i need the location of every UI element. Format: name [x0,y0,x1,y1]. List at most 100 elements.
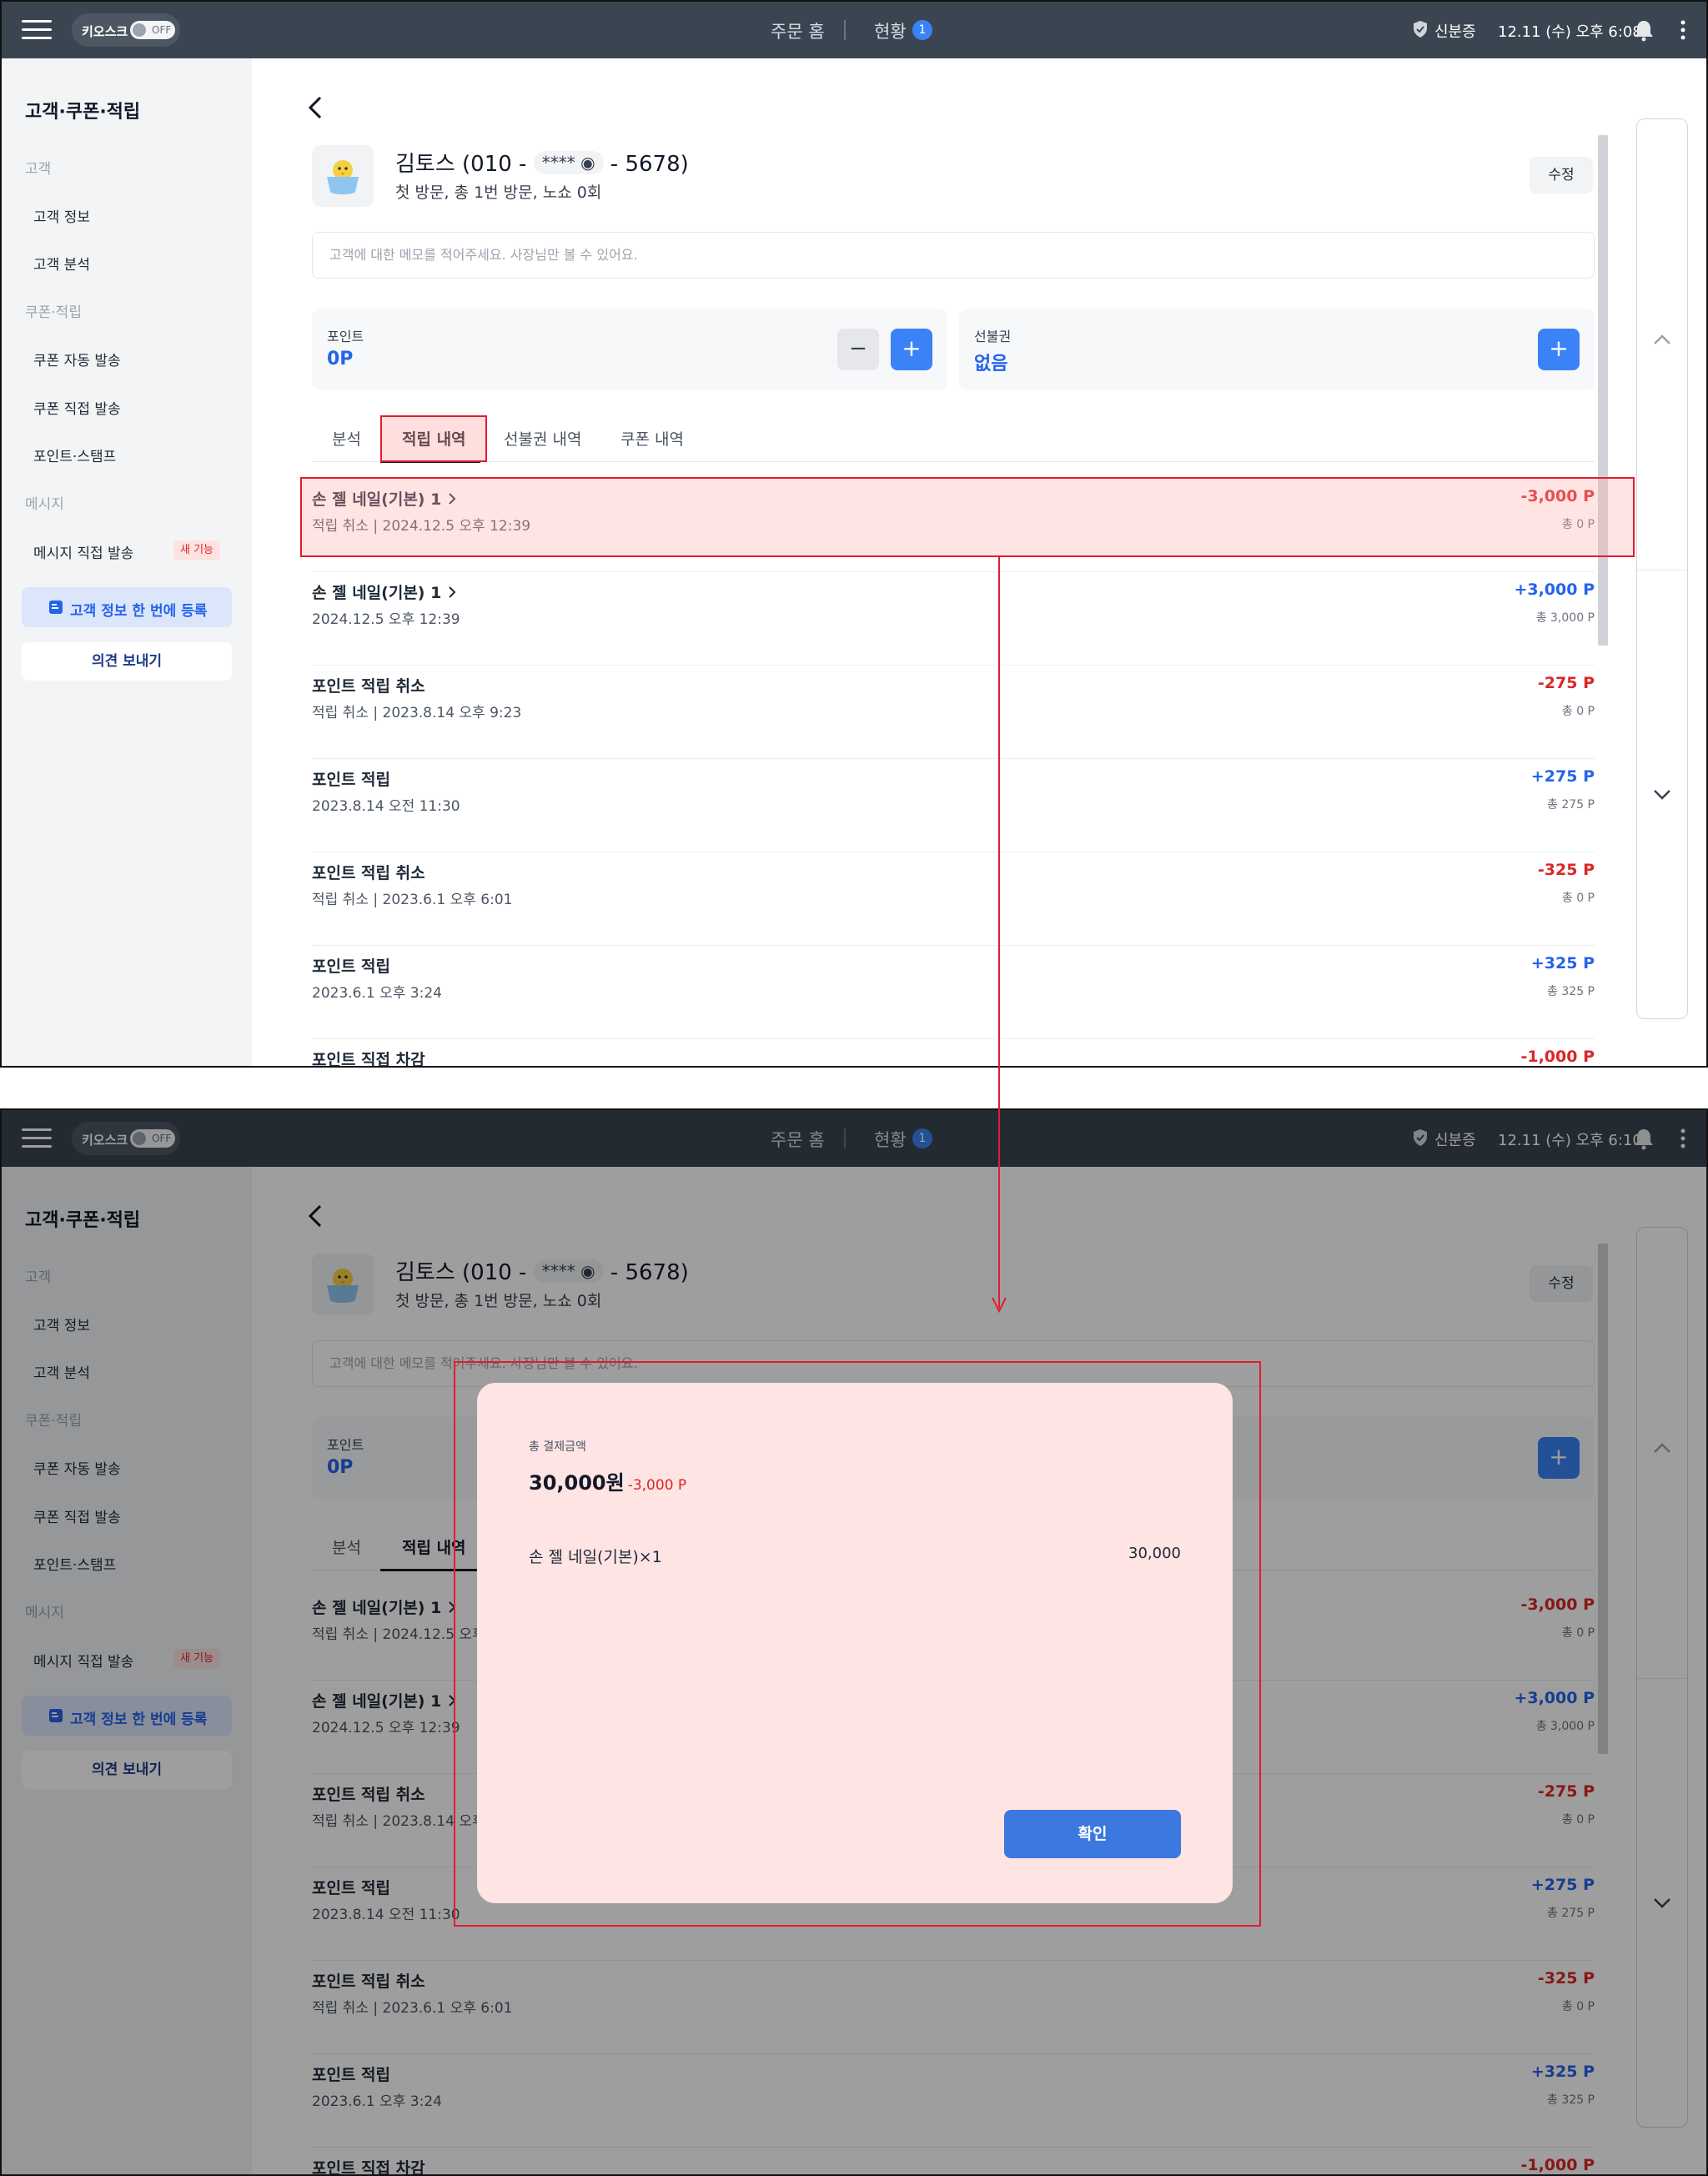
history-row-title: 포인트 적립 [312,954,390,977]
tab-prepaid-history[interactable]: 선불권 내역 [504,427,581,450]
nav-order-home[interactable]: 주문 홈 [771,18,829,43]
sidebar-section-message: 메시지 [25,496,64,513]
history-row-subtitle: 2023.6.1 오후 3:24 [312,985,442,1002]
bulk-register-label: 고객 정보 한 번에 등록 [70,603,208,620]
modal-item-name: 손 젤 네일(기본)×1 [529,1548,662,1566]
sidebar-section-customer: 고객 [25,161,52,178]
more-icon[interactable] [1676,18,1690,42]
history-row-title-text: 포인트 적립 [312,957,391,976]
register-icon [49,601,63,614]
kiosk-switch[interactable]: OFF [130,21,175,39]
history-row: 포인트 적립 2023.8.14 오전 11:30 +275 P 총 275 P [312,759,1595,852]
modal-point-change: -3,000 P [627,1477,687,1494]
history-row: 포인트 적립 취소적립 취소 | 2023.8.14 오후 9:23 -275 P… [312,666,1595,759]
tab-coupon-history[interactable]: 쿠폰 내역 [620,427,684,450]
history-row-title: 포인트 적립 취소 [312,674,425,696]
history-row-amount: +3,000 P [1514,580,1595,599]
history-row-subtitle: 적립 취소 | 2023.8.14 오후 9:23 [312,705,522,721]
sidebar: 고객·쿠폰·적립 고객 고객 정보 고객 분석 쿠폰·적립 쿠폰 자동 발송 쿠… [2,58,252,1066]
history-tabs: 분석 적립 내역 선불권 내역 쿠폰 내역 [312,419,1595,463]
screenshot-before: 키오스크 OFF 주문 홈 현황 1 신분증 12.11 (수) 오후 6:08… [0,0,1708,1068]
page-scroll-nav [1636,118,1688,1019]
customer-visit-summary: 첫 방문, 총 1번 방문, 노쇼 0회 [395,183,602,202]
kiosk-toggle[interactable]: 키오스크 OFF [72,13,180,47]
history-row-title-text: 손 젤 네일(기본) 1 [312,584,442,602]
shield-icon [1414,21,1427,38]
history-row-subtitle: 2024.12.5 오후 12:39 [312,611,460,628]
tab-analysis[interactable]: 분석 [332,427,361,450]
point-value: 0P [327,349,354,369]
history-row-title-text: 포인트 직접 차감 [312,1051,425,1068]
history-row-title: 포인트 적립 [312,767,390,790]
history-row: 포인트 적립 취소적립 취소 | 2023.6.1 오후 6:01 -325 P 총… [312,852,1595,946]
id-check-label: 신분증 [1434,23,1476,41]
customer-avatar [312,145,374,207]
masked-phone-toggle[interactable]: **** ◉ [533,151,604,174]
masked-digits: **** [541,153,575,173]
modal-total-label: 총 결제금액 [529,1440,586,1454]
nav-divider [844,20,846,40]
switch-knob [133,23,146,37]
history-row-amount: -1,000 P [1520,1048,1595,1066]
customer-name-prefix: 김토스 (010 - [395,152,527,177]
history-row-total: 총 325 P [1547,985,1595,998]
prepaid-plus-button[interactable]: + [1538,329,1580,370]
history-row: 포인트 적립 2023.6.1 오후 3:24 +325 P 총 325 P [312,946,1595,1039]
prepaid-card: 선불권 없음 + [959,309,1595,390]
sidebar-section-coupon: 쿠폰·적립 [25,304,82,321]
history-row-total: 총 275 P [1547,798,1595,812]
point-minus-button[interactable]: − [837,329,879,370]
history-row-title: 포인트 직접 차감 [312,1048,425,1068]
menu-icon[interactable] [22,20,52,40]
feedback-button[interactable]: 의견 보내기 [22,642,232,681]
history-row-subtitle: 적립 취소 | 2023.6.1 오후 6:01 [312,892,513,908]
sidebar-item-customer-analysis[interactable]: 고객 분석 [33,253,90,274]
history-row-total: 총 3,000 P [1535,611,1595,625]
confirm-button[interactable]: 확인 [1004,1810,1181,1858]
chick-icon [327,160,359,194]
back-arrow-icon[interactable] [305,95,324,120]
history-row-amount: -325 P [1537,861,1595,879]
highlight-active-tab [380,415,487,462]
prepaid-label: 선불권 [974,329,1012,344]
customer-name: 김토스 (010 - **** ◉ - 5678) [395,147,689,178]
history-row-title-text: 포인트 적립 취소 [312,677,425,696]
sidebar-item-message-direct[interactable]: 메시지 직접 발송 [33,541,133,562]
history-row-title: 포인트 적립 취소 [312,861,425,883]
payment-detail-modal: 총 결제금액 30,000원 -3,000 P 손 젤 네일(기본)×1 30,0… [477,1383,1233,1903]
status-count-badge: 1 [912,20,932,40]
chevron-up-icon[interactable] [1652,333,1672,346]
highlight-first-row [300,477,1635,557]
chevron-down-icon[interactable] [1652,788,1672,802]
history-row-amount: -275 P [1537,674,1595,692]
bulk-register-button[interactable]: 고객 정보 한 번에 등록 [22,587,232,627]
eye-icon: ◉ [580,153,595,173]
point-card: 포인트 0P − + [312,309,947,390]
memo-input[interactable]: 고객에 대한 메모를 적어주세요. 사장님만 볼 수 있어요. [312,232,1595,279]
history-row[interactable]: 손 젤 네일(기본) 1 2024.12.5 오후 12:39 +3,000 P 총 … [312,572,1595,666]
history-row-title: 손 젤 네일(기본) 1 [312,580,458,603]
kiosk-state: OFF [152,24,172,36]
new-feature-badge: 새 기능 [173,540,220,560]
edit-button[interactable]: 수정 [1530,157,1593,193]
history-row-amount: +275 P [1530,767,1595,786]
history-row-subtitle: 2023.8.14 오전 11:30 [312,798,460,815]
history-row-title-text: 포인트 적립 [312,771,391,789]
history-row-title-text: 포인트 적립 취소 [312,864,425,882]
bell-icon[interactable] [1632,18,1655,42]
modal-total-amount: 30,000원 -3,000 P [529,1466,686,1495]
point-plus-button[interactable]: + [891,329,932,370]
history-row-total: 총 0 P [1561,892,1595,905]
sidebar-item-customer-info[interactable]: 고객 정보 [33,205,90,226]
chevron-right-icon[interactable] [446,585,458,599]
point-label: 포인트 [327,329,364,344]
sidebar-item-coupon-auto[interactable]: 쿠폰 자동 발송 [33,349,121,369]
kiosk-label: 키오스크 [82,24,128,39]
modal-amount-value: 30,000원 [529,1471,625,1495]
sidebar-item-point-stamp[interactable]: 포인트·스탬프 [33,445,116,465]
history-row-total: 총 0 P [1561,705,1595,718]
sidebar-item-coupon-direct[interactable]: 쿠폰 직접 발송 [33,397,121,418]
history-row-amount: +325 P [1530,954,1595,972]
customer-name-suffix: - 5678) [610,152,689,177]
scrollbar[interactable] [1598,135,1608,646]
